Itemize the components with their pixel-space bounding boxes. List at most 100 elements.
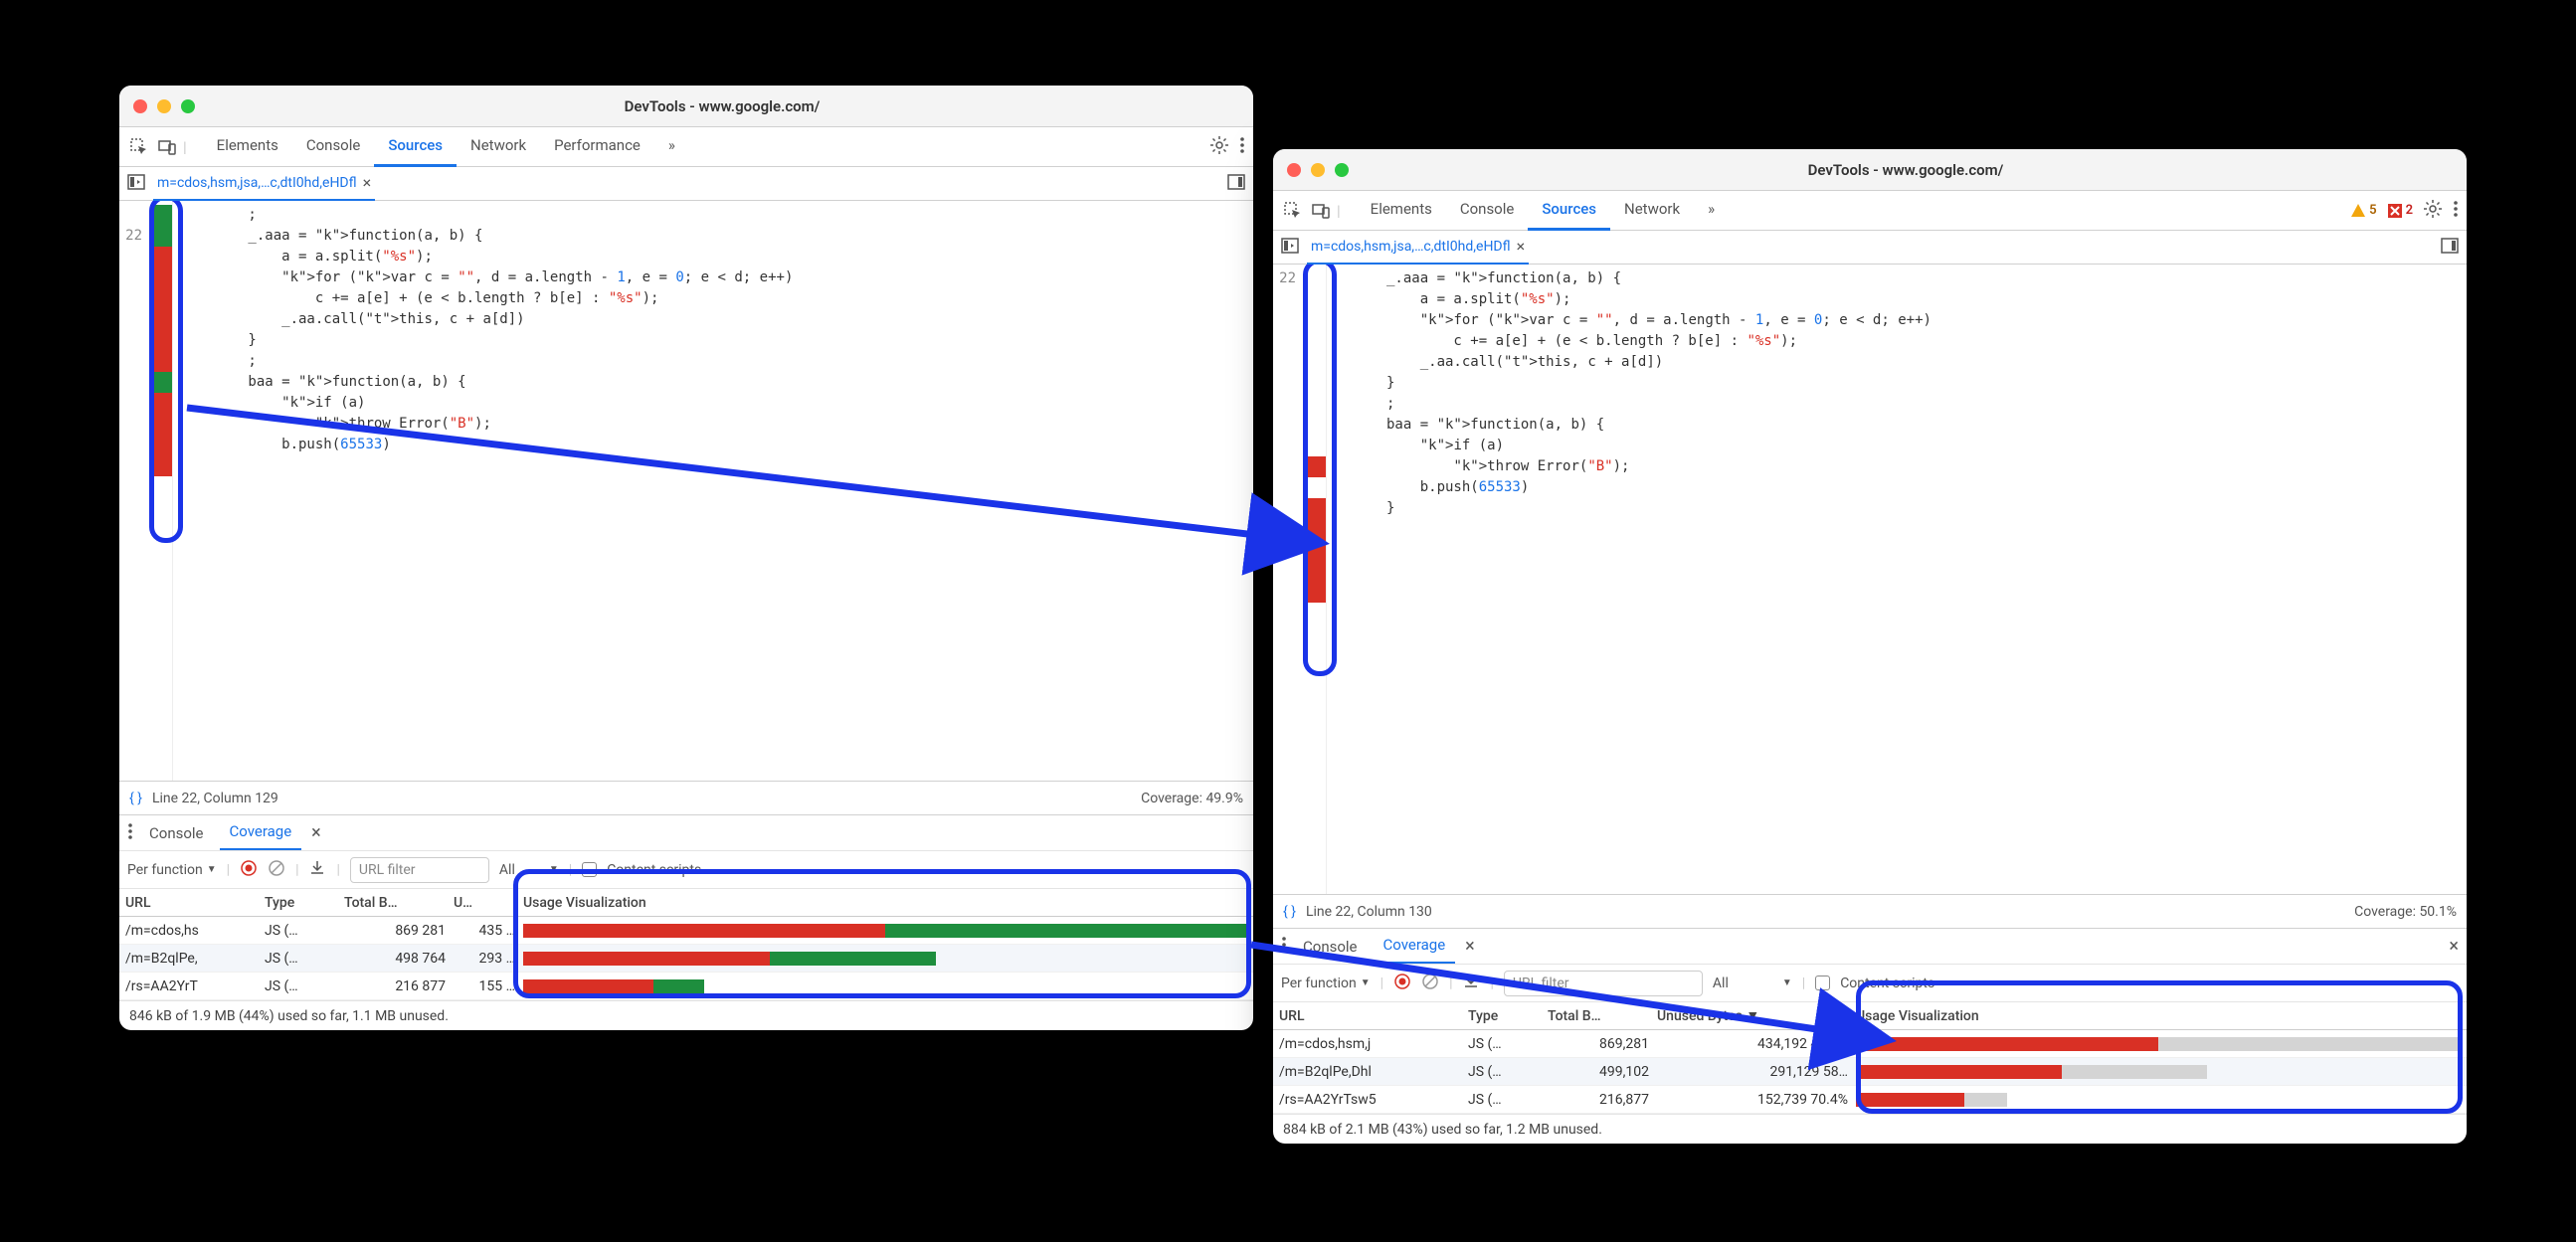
kebab-icon[interactable] <box>127 821 133 845</box>
file-tabs: m=cdos,hsm,jsa,…c,dtI0hd,eHDfl × <box>119 167 1253 201</box>
col-total[interactable]: Total B… <box>344 895 454 911</box>
file-tab[interactable]: m=cdos,hsm,jsa,…c,dtI0hd,eHDfl × <box>1307 230 1529 265</box>
coverage-status: Coverage: 50.1% <box>2354 904 2457 920</box>
main-toolbar: | Elements Console Sources Network » 5 2 <box>1273 191 2467 231</box>
minimize-window-button[interactable] <box>1311 163 1325 177</box>
pretty-print-icon[interactable]: { } <box>1283 904 1296 920</box>
coverage-toolbar: Per function ▼ | | | URL filter All ▼ | … <box>119 850 1253 888</box>
content-scripts-checkbox[interactable] <box>1815 976 1830 990</box>
maximize-window-button[interactable] <box>181 99 195 113</box>
gutter: 22 <box>119 201 173 781</box>
code-content: _.aaa = "k">function(a, b) { a = a.split… <box>1327 265 1939 894</box>
debugger-toggle-icon[interactable] <box>1227 173 1245 195</box>
kebab-icon[interactable] <box>1281 935 1287 959</box>
file-tab[interactable]: m=cdos,hsm,jsa,…c,dtI0hd,eHDfl × <box>153 166 375 201</box>
cursor-position: Line 22, Column 130 <box>1306 904 1432 920</box>
close-icon[interactable]: × <box>363 173 372 192</box>
inspect-icon[interactable] <box>127 135 151 159</box>
warnings-badge[interactable]: 5 <box>2350 203 2376 219</box>
close-icon[interactable]: × <box>1465 936 1475 957</box>
col-viz[interactable]: Usage Visualization <box>523 895 1247 911</box>
errors-badge[interactable]: 2 <box>2387 203 2413 219</box>
tab-elements[interactable]: Elements <box>203 126 292 167</box>
tab-sources[interactable]: Sources <box>374 126 457 167</box>
maximize-window-button[interactable] <box>1335 163 1349 177</box>
clear-icon[interactable] <box>268 859 285 881</box>
table-row[interactable]: /rs=AA2YrT JS (… 216 877 155 … <box>119 973 1253 1000</box>
drawer-tab-coverage[interactable]: Coverage <box>220 814 302 851</box>
table-row[interactable]: /m=B2qlPe, JS (… 498 764 293 … <box>119 945 1253 973</box>
cell-total: 498 764 <box>344 951 454 967</box>
drawer-tab-console[interactable]: Console <box>1293 930 1368 964</box>
cell-viz <box>1856 1036 2461 1052</box>
tab-network[interactable]: Network <box>1610 190 1694 231</box>
gear-icon[interactable] <box>2423 199 2443 223</box>
close-window-button[interactable] <box>1287 163 1301 177</box>
close-icon[interactable]: × <box>1517 237 1526 256</box>
minimize-window-button[interactable] <box>157 99 171 113</box>
col-url[interactable]: URL <box>1279 1008 1468 1024</box>
table-row[interactable]: /m=cdos,hs JS (… 869 281 435 … <box>119 917 1253 945</box>
close-window-button[interactable] <box>133 99 147 113</box>
url-filter-input[interactable]: URL filter <box>1504 971 1703 996</box>
pretty-print-icon[interactable]: { } <box>129 791 142 806</box>
col-url[interactable]: URL <box>125 895 265 911</box>
type-filter-select[interactable]: All ▼ <box>499 862 559 878</box>
drawer-close-icon[interactable]: × <box>2449 936 2459 957</box>
tab-network[interactable]: Network <box>457 126 540 167</box>
col-total[interactable]: Total B… <box>1548 1008 1657 1024</box>
tab-more[interactable]: » <box>654 126 689 167</box>
table-row[interactable]: /m=cdos,hsm,j JS (… 869,281 434,192 49.9… <box>1273 1030 2467 1058</box>
code-editor[interactable]: 22 ; _.aaa = "k">function(a, b) { a = a.… <box>119 201 1253 781</box>
close-icon[interactable]: × <box>311 822 321 843</box>
tab-console[interactable]: Console <box>1446 190 1529 231</box>
device-icon[interactable] <box>1309 199 1333 223</box>
url-filter-input[interactable]: URL filter <box>350 857 489 883</box>
col-unused[interactable]: Unused Bytes ▼ <box>1657 1007 1856 1024</box>
record-icon[interactable] <box>240 859 258 881</box>
file-tab-label: m=cdos,hsm,jsa,…c,dtI0hd,eHDfl <box>1311 239 1511 255</box>
col-type[interactable]: Type <box>1468 1008 1548 1024</box>
tab-performance[interactable]: Performance <box>540 126 654 167</box>
panel-tabs: Elements Console Sources Network Perform… <box>203 126 689 167</box>
coverage-mode-select[interactable]: Per function ▼ <box>127 862 217 878</box>
code-editor[interactable]: 22 _.aaa = "k">function(a, b) { a = a.sp… <box>1273 265 2467 894</box>
table-row[interactable]: /rs=AA2YrTsw5 JS (… 216,877 152,739 70.4… <box>1273 1086 2467 1114</box>
col-type[interactable]: Type <box>265 895 344 911</box>
export-icon[interactable] <box>308 859 326 881</box>
tab-console[interactable]: Console <box>292 126 375 167</box>
cell-url: /m=B2qlPe, <box>125 951 265 967</box>
col-viz[interactable]: Usage Visualization <box>1856 1008 2461 1024</box>
tab-sources[interactable]: Sources <box>1528 190 1610 231</box>
drawer-tab-console[interactable]: Console <box>139 816 214 850</box>
debugger-toggle-icon[interactable] <box>2441 237 2459 259</box>
col-unused[interactable]: U… <box>454 895 523 911</box>
type-filter-select[interactable]: All ▼ <box>1713 976 1792 991</box>
navigator-toggle-icon[interactable] <box>127 173 145 195</box>
record-icon[interactable] <box>1393 973 1411 994</box>
tab-elements[interactable]: Elements <box>1357 190 1446 231</box>
navigator-toggle-icon[interactable] <box>1281 237 1299 259</box>
tab-more[interactable]: » <box>1694 190 1729 231</box>
gear-icon[interactable] <box>1209 135 1229 159</box>
cell-unused: 434,192 49.9% <box>1657 1036 1856 1052</box>
code-content: ; _.aaa = "k">function(a, b) { a = a.spl… <box>173 201 801 781</box>
drawer-tab-coverage[interactable]: Coverage <box>1374 928 1456 965</box>
inspect-icon[interactable] <box>1281 199 1305 223</box>
kebab-icon[interactable] <box>2453 199 2459 223</box>
panel-tabs: Elements Console Sources Network » <box>1357 190 1729 231</box>
titlebar: DevTools - www.google.com/ <box>119 86 1253 127</box>
clear-icon[interactable] <box>1421 973 1439 994</box>
table-row[interactable]: /m=B2qlPe,Dhl JS (… 499,102 291,129 58… <box>1273 1058 2467 1086</box>
coverage-mode-select[interactable]: Per function ▼ <box>1281 976 1371 991</box>
device-icon[interactable] <box>155 135 179 159</box>
cell-unused: 435 … <box>454 923 523 939</box>
cell-type: JS (… <box>265 951 344 967</box>
export-icon[interactable] <box>1462 973 1480 994</box>
cell-viz <box>1856 1092 2461 1108</box>
cell-url: /rs=AA2YrT <box>125 978 265 994</box>
cell-viz <box>1856 1064 2461 1080</box>
editor-statusbar: { } Line 22, Column 130 Coverage: 50.1% <box>1273 894 2467 928</box>
content-scripts-checkbox[interactable] <box>582 862 597 877</box>
kebab-icon[interactable] <box>1239 135 1245 159</box>
